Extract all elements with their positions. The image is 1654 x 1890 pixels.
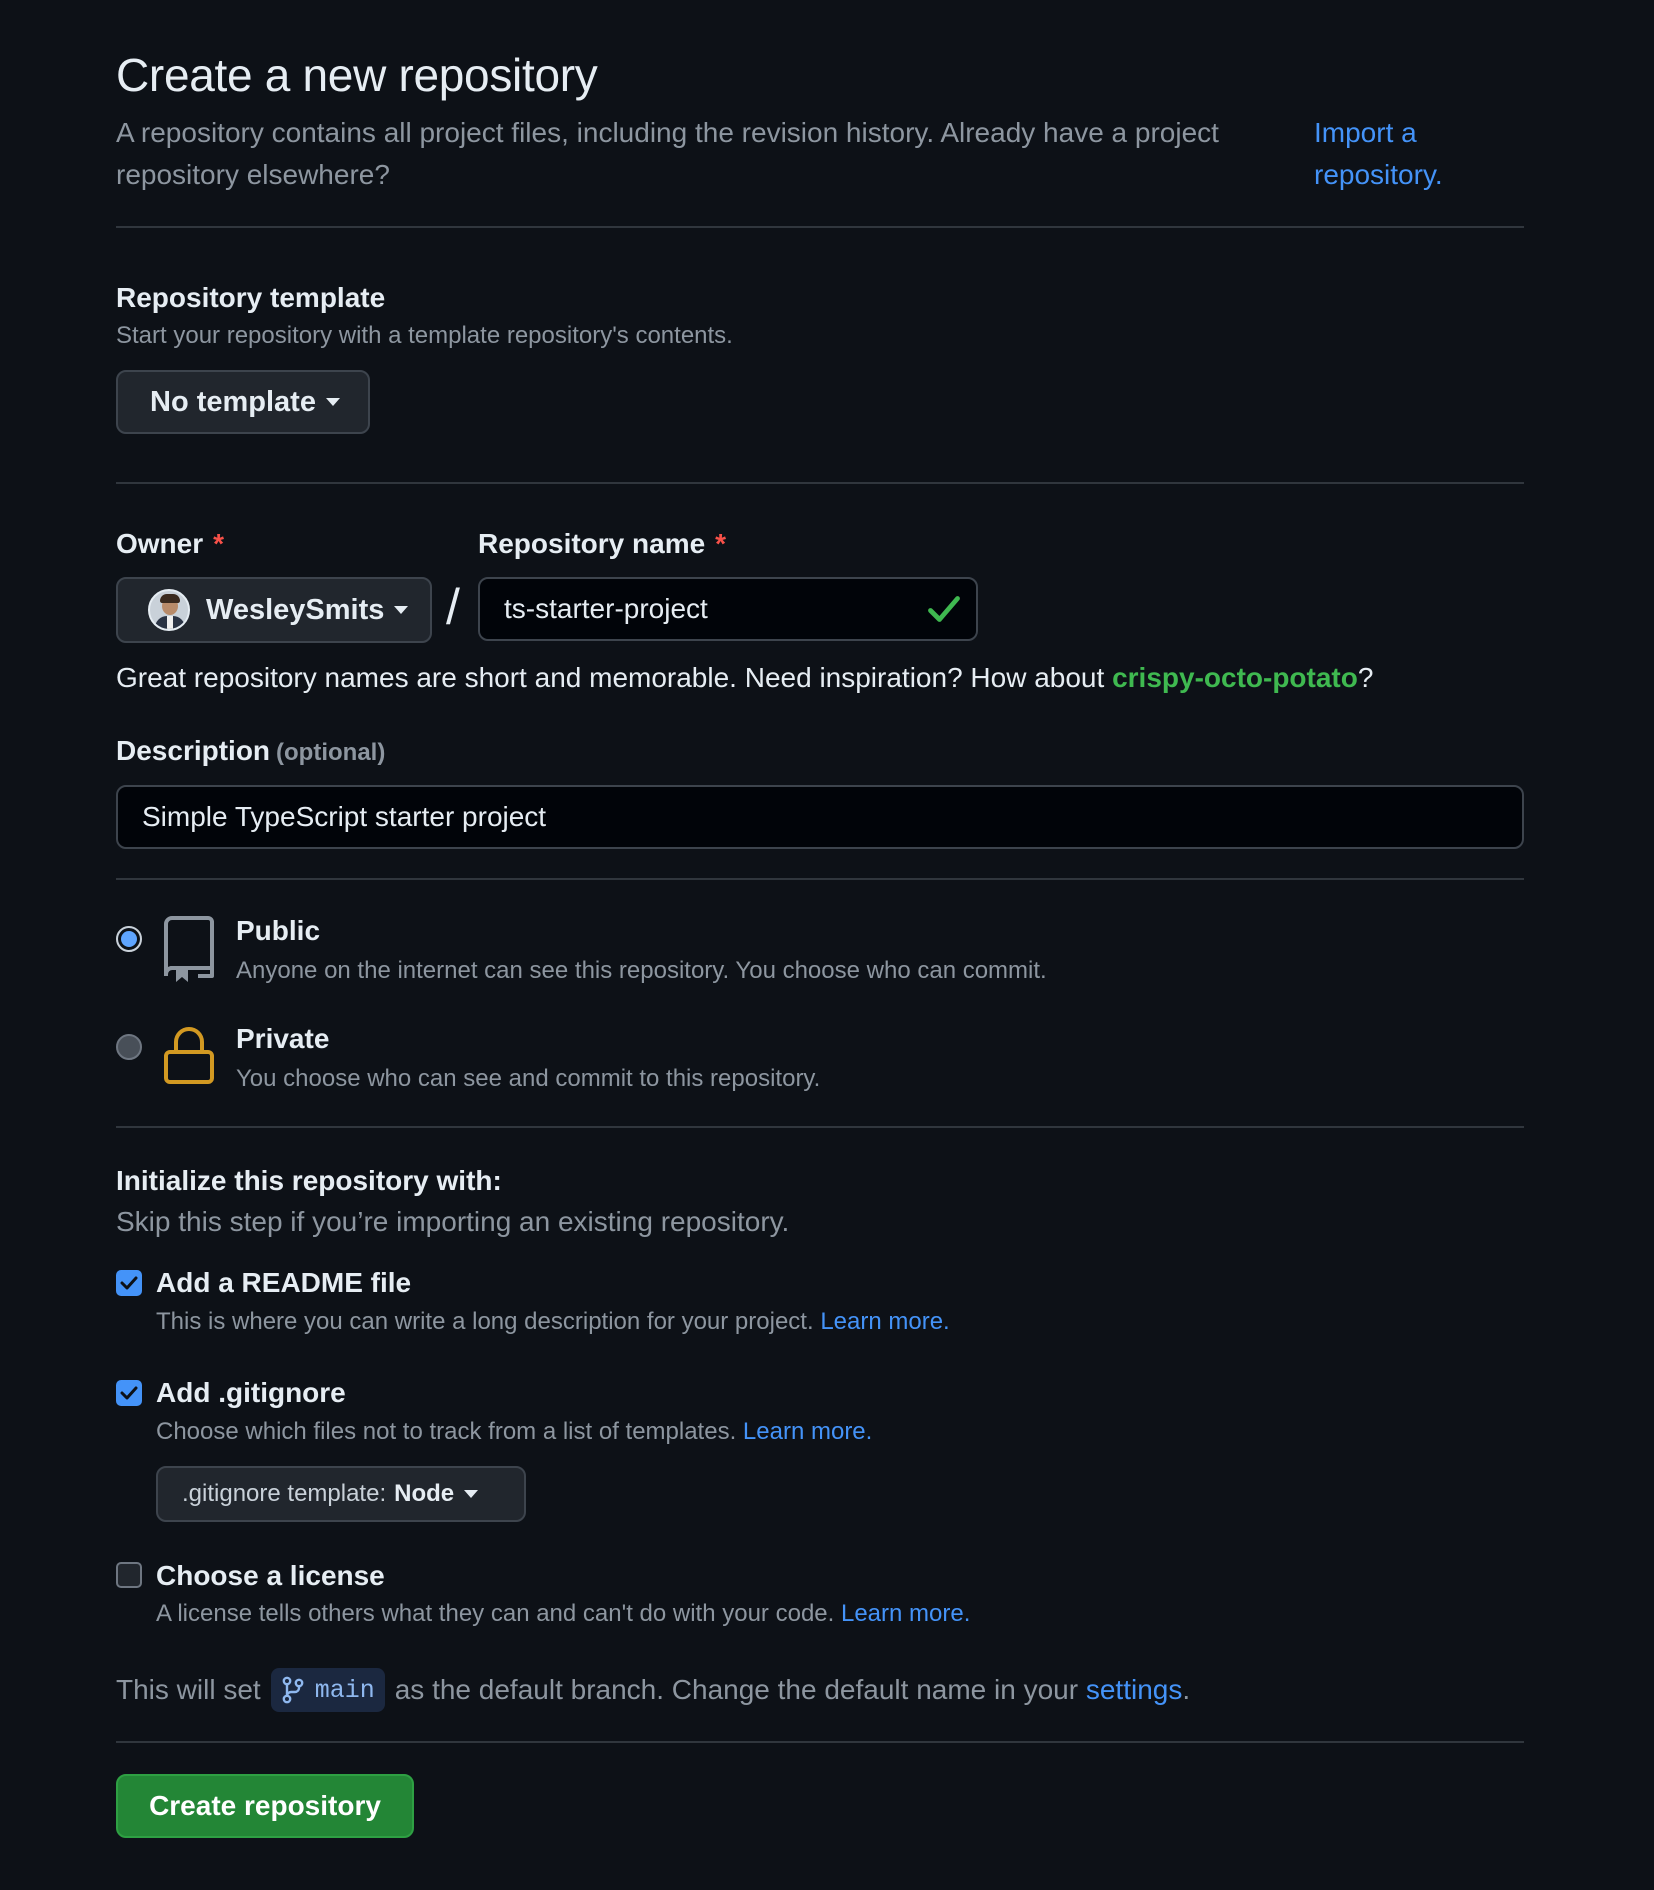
gitignore-checkbox[interactable] — [116, 1380, 142, 1406]
optional-tag: (optional) — [276, 739, 386, 766]
required-mark: * — [213, 528, 225, 559]
license-checkbox[interactable] — [116, 1562, 142, 1588]
divider — [116, 1741, 1524, 1743]
readme-learn-more-link[interactable]: Learn more. — [820, 1308, 949, 1335]
visibility-private-radio[interactable] — [116, 1034, 142, 1060]
divider — [116, 1126, 1524, 1128]
readme-subtitle: This is where you can write a long descr… — [156, 1308, 950, 1335]
settings-link[interactable]: settings — [1086, 1674, 1183, 1706]
import-repository-link[interactable]: Import a repository. — [1314, 112, 1474, 196]
visibility-public-title: Public — [236, 915, 321, 946]
license-title: Choose a license — [156, 1560, 385, 1591]
readme-checkbox[interactable] — [116, 1270, 142, 1296]
visibility-private-title: Private — [236, 1023, 330, 1054]
repo-name-hint: Great repository names are short and mem… — [116, 662, 1374, 693]
repo-name-input[interactable] — [478, 577, 978, 641]
repo-icon — [164, 916, 214, 982]
owner-label: Owner * — [116, 528, 225, 559]
gitignore-title: Add .gitignore — [156, 1377, 346, 1408]
divider — [116, 878, 1524, 880]
check-icon — [928, 596, 960, 622]
default-branch-note: This will set main as the default branch… — [116, 1668, 1190, 1712]
owner-dropdown-label: WesleySmits — [206, 593, 385, 626]
initialize-subtitle: Skip this step if you’re importing an ex… — [116, 1206, 790, 1237]
visibility-private-subtitle: You choose who can see and commit to thi… — [236, 1065, 821, 1092]
readme-title: Add a README file — [156, 1267, 412, 1298]
avatar — [148, 589, 190, 631]
repo-name-label: Repository name * — [478, 528, 727, 559]
branch-chip: main — [270, 1668, 385, 1712]
visibility-public-radio[interactable] — [116, 926, 142, 952]
divider — [116, 226, 1524, 228]
owner-repo-separator: / — [446, 579, 460, 635]
chevron-down-icon — [394, 606, 409, 614]
page-title: Create a new repository — [116, 49, 598, 101]
create-repository-button[interactable]: Create repository — [116, 1774, 414, 1838]
git-branch-icon — [282, 1676, 304, 1704]
visibility-public-subtitle: Anyone on the internet can see this repo… — [236, 957, 1047, 984]
lock-icon — [164, 1027, 214, 1084]
chevron-down-icon — [464, 1490, 479, 1498]
chevron-down-icon — [325, 398, 340, 406]
template-subtitle: Start your repository with a template re… — [116, 322, 733, 349]
license-learn-more-link[interactable]: Learn more. — [841, 1600, 970, 1627]
initialize-title: Initialize this repository with: — [116, 1165, 502, 1196]
owner-dropdown[interactable]: WesleySmits — [116, 577, 432, 643]
template-dropdown-label: No template — [150, 385, 316, 418]
branch-name: main — [314, 1675, 375, 1705]
required-mark: * — [715, 528, 727, 559]
gitignore-learn-more-link[interactable]: Learn more. — [743, 1418, 872, 1445]
description-input[interactable] — [116, 785, 1524, 849]
gitignore-template-dropdown[interactable]: .gitignore template: Node — [156, 1466, 526, 1522]
template-dropdown[interactable]: No template — [116, 370, 370, 434]
description-label: Description (optional) — [116, 735, 386, 766]
intro-text: A repository contains all project files,… — [116, 117, 1219, 190]
divider — [116, 482, 1524, 484]
checkmark-icon — [120, 1386, 138, 1400]
checkmark-icon — [120, 1276, 138, 1290]
license-subtitle: A license tells others what they can and… — [156, 1600, 971, 1627]
gitignore-template-label: .gitignore template: — [182, 1480, 387, 1507]
name-suggestion-link[interactable]: crispy-octo-potato — [1112, 662, 1358, 693]
gitignore-template-value: Node — [394, 1480, 455, 1507]
template-title: Repository template — [116, 282, 386, 313]
gitignore-subtitle: Choose which files not to track from a l… — [156, 1418, 873, 1445]
